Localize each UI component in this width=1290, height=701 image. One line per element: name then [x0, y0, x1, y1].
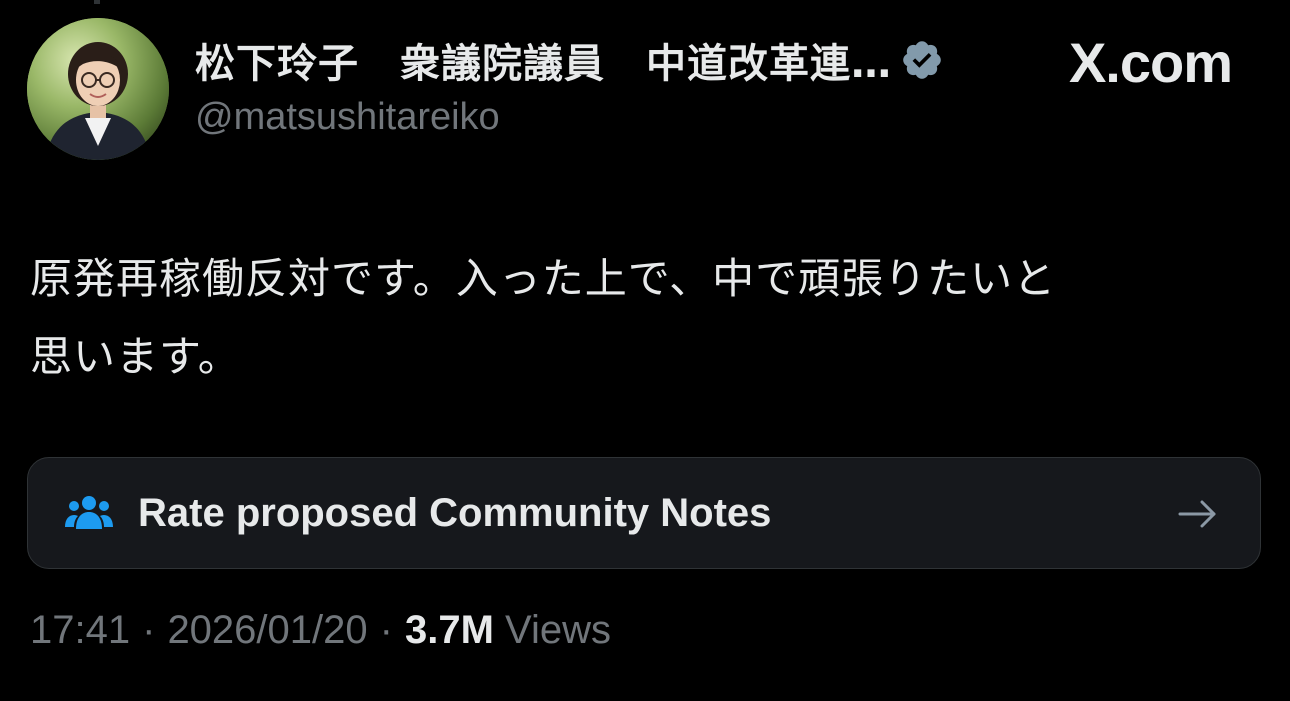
- community-notes-label: Rate proposed Community Notes: [138, 490, 772, 535]
- meta-separator: ·: [379, 608, 393, 652]
- views-label: Views: [505, 608, 612, 652]
- user-handle[interactable]: @matsushitareiko: [195, 96, 500, 139]
- x-logo: X.com: [1068, 30, 1233, 94]
- tweet-text: 原発再稼働反対です。入った上で、中で頑張りたいと 思います。: [30, 240, 1260, 396]
- community-notes-button[interactable]: Rate proposed Community Notes: [27, 457, 1261, 569]
- tweet-meta: 17:41 · 2026/01/20 · 3.7M Views: [30, 608, 611, 653]
- display-name[interactable]: 松下玲子 衆議院議員 中道改革連…: [195, 31, 892, 89]
- verified-badge-icon: [900, 38, 944, 82]
- meta-separator: ·: [142, 608, 156, 652]
- tweet-text-line: 原発再稼働反対です。入った上で、中で頑張りたいと: [30, 254, 1057, 303]
- divider: [94, 0, 100, 4]
- author-name-row[interactable]: 松下玲子 衆議院議員 中道改革連…: [195, 30, 944, 90]
- avatar[interactable]: [27, 18, 169, 160]
- people-icon: [64, 493, 114, 533]
- tweet-time[interactable]: 17:41: [30, 608, 130, 652]
- tweet-date[interactable]: 2026/01/20: [167, 608, 367, 652]
- tweet-text-line: 思います。: [30, 332, 241, 381]
- views-count: 3.7M: [404, 608, 494, 652]
- tweet-screenshot: 松下玲子 衆議院議員 中道改革連… @matsushitareiko X.com…: [0, 0, 1290, 701]
- arrow-right-icon: [1176, 494, 1220, 534]
